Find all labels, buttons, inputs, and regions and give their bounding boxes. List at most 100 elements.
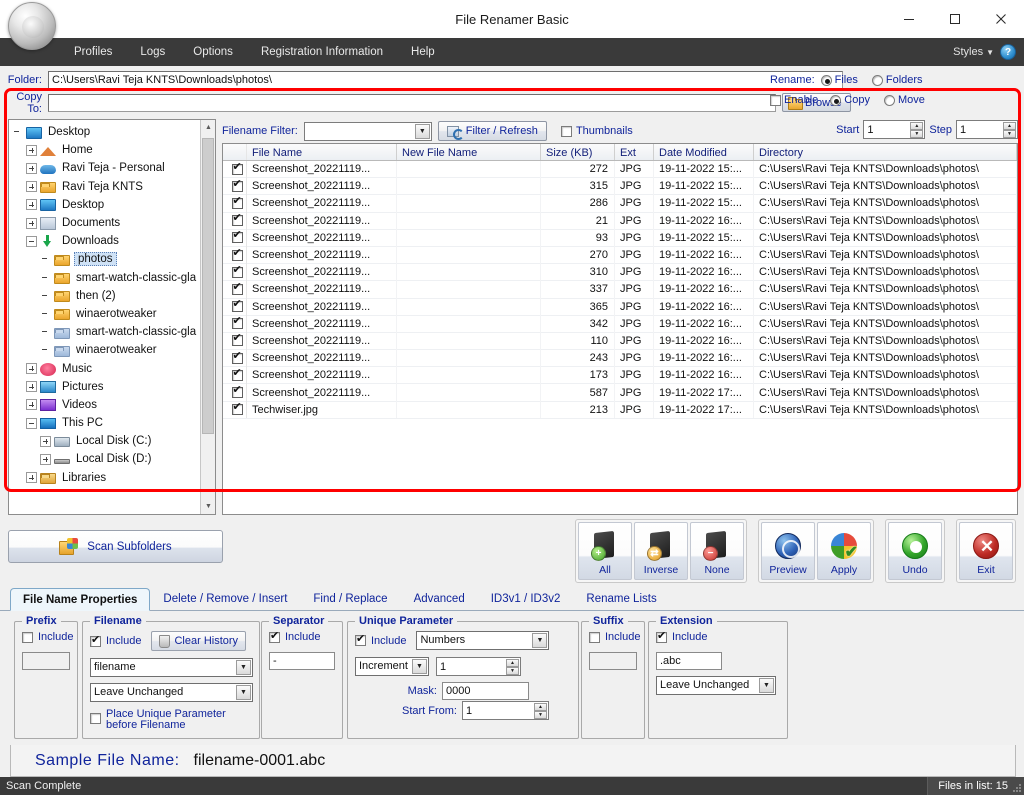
row-checkbox[interactable] xyxy=(223,263,247,281)
scan-subfolders-button[interactable]: Scan Subfolders xyxy=(8,530,223,563)
copy-to-input[interactable] xyxy=(48,93,776,112)
checkbox-suffix-include[interactable]: Include xyxy=(589,631,640,643)
chevron-down-icon[interactable]: ▼ xyxy=(236,660,251,675)
tab-advanced[interactable]: Advanced xyxy=(401,587,478,610)
tree-expander-plus-icon[interactable] xyxy=(26,381,37,393)
prefix-input[interactable] xyxy=(22,652,70,670)
tree-item-pictures[interactable]: Pictures xyxy=(12,378,215,396)
filename-source-select[interactable]: filename ▼ xyxy=(90,658,253,677)
menu-item-options[interactable]: Options xyxy=(179,38,247,66)
tree-expander-plus-icon[interactable] xyxy=(40,435,51,447)
table-row[interactable]: Screenshot_20221119... 587JPG19-11-2022 1… xyxy=(223,383,1017,402)
table-row[interactable]: Screenshot_20221119... 337JPG19-11-2022 1… xyxy=(223,280,1017,299)
tree-expander-minus-icon[interactable] xyxy=(26,417,37,429)
tree-item-ravi-teja-knts[interactable]: Ravi Teja KNTS xyxy=(12,178,215,196)
tree-expander-plus-icon[interactable] xyxy=(26,399,37,411)
apply-button[interactable]: Apply xyxy=(817,522,871,580)
checkbox-thumbnails[interactable]: Thumbnails xyxy=(560,125,633,137)
row-checkbox[interactable] xyxy=(223,366,247,384)
menu-item-help[interactable]: Help xyxy=(397,38,449,66)
row-checkbox[interactable] xyxy=(223,349,247,367)
chevron-down-icon[interactable]: ▼ xyxy=(986,48,994,57)
table-row[interactable]: Screenshot_20221119... 93JPG19-11-2022 15… xyxy=(223,229,1017,247)
column-header-date-modified[interactable]: Date Modified xyxy=(654,144,754,160)
tree-item-videos[interactable]: Videos xyxy=(12,396,215,414)
checkbox-extension-include[interactable]: Include xyxy=(656,630,780,643)
filename-case-select[interactable]: Leave Unchanged ▼ xyxy=(90,683,253,702)
column-header-check[interactable] xyxy=(223,144,247,160)
folder-input[interactable]: C:\Users\Ravi Teja KNTS\Downloads\photos… xyxy=(48,70,843,89)
row-checkbox[interactable] xyxy=(223,194,247,213)
table-row[interactable]: Screenshot_20221119... 310JPG19-11-2022 1… xyxy=(223,263,1017,282)
select-inverse-button[interactable]: ⇄ Inverse xyxy=(634,522,688,580)
clear-history-button[interactable]: Clear History xyxy=(151,631,247,651)
start-from-arrows[interactable]: ▲ ▼ xyxy=(534,703,547,719)
tab-file-name-properties[interactable]: File Name Properties xyxy=(10,588,151,611)
tree-item-desktop[interactable]: Desktop xyxy=(12,196,215,214)
tab-find-replace[interactable]: Find / Replace xyxy=(300,587,400,610)
chevron-down-icon[interactable]: ▼ xyxy=(414,123,430,139)
tab-rename-lists[interactable]: Rename Lists xyxy=(573,587,669,610)
checkbox-filename-include[interactable]: Include xyxy=(90,634,141,647)
radio-files[interactable]: Files xyxy=(820,74,858,86)
step-spinner-arrows[interactable]: ▲ ▼ xyxy=(1003,122,1016,138)
tree-item-desktop[interactable]: Desktop xyxy=(12,123,215,141)
tree-expander-plus-icon[interactable] xyxy=(26,472,37,484)
table-row[interactable]: Screenshot_20221119... 342JPG19-11-2022 1… xyxy=(223,315,1017,333)
tree-scroll-thumb[interactable] xyxy=(202,138,214,434)
chevron-down-icon[interactable]: ▼ xyxy=(412,659,427,674)
start-spinner[interactable]: 1 ▲ ▼ xyxy=(863,120,926,139)
column-header-new-file-name[interactable]: New File Name xyxy=(397,144,541,160)
row-checkbox[interactable] xyxy=(223,315,247,333)
row-checkbox[interactable] xyxy=(223,246,247,264)
tree-scroll-up-icon[interactable]: ▲ xyxy=(201,120,215,135)
filter-refresh-button[interactable]: Filter / Refresh xyxy=(437,121,547,141)
column-header-size[interactable]: Size (KB) xyxy=(541,144,615,160)
row-checkbox[interactable] xyxy=(223,280,247,298)
menu-item-profiles[interactable]: Profiles xyxy=(60,38,126,66)
tree-item-winaerotweaker[interactable]: winaerotweaker xyxy=(12,341,215,359)
row-checkbox[interactable] xyxy=(223,229,247,247)
tree-item-smart-watch-classic-gla[interactable]: smart-watch-classic-gla xyxy=(12,323,215,341)
column-header-ext[interactable]: Ext xyxy=(615,144,654,160)
menu-item-registration-information[interactable]: Registration Information xyxy=(247,38,397,66)
tree-item-local-disk-d[interactable]: Local Disk (D:) xyxy=(12,450,215,468)
tab-id3v1-id3v2[interactable]: ID3v1 / ID3v2 xyxy=(478,587,574,610)
tree-expander-plus-icon[interactable] xyxy=(26,217,37,229)
file-list-grid[interactable]: File Name New File Name Size (KB) Ext Da… xyxy=(222,143,1018,515)
table-row[interactable]: Screenshot_20221119... 365JPG19-11-2022 1… xyxy=(223,298,1017,316)
row-checkbox[interactable] xyxy=(223,383,247,402)
table-row[interactable]: Screenshot_20221119... 315JPG19-11-2022 1… xyxy=(223,177,1017,196)
chevron-down-icon[interactable]: ▼ xyxy=(532,633,548,648)
folder-tree-panel[interactable]: Desktop Home Ravi Teja - Personal Ravi Teja… xyxy=(8,119,216,515)
tree-expander-minus-icon[interactable] xyxy=(26,235,37,247)
checkbox-place-unique[interactable]: Place Unique Parameter before Filename xyxy=(90,709,252,731)
exit-button[interactable]: Exit xyxy=(959,522,1013,580)
tree-item-local-disk-c[interactable]: Local Disk (C:) xyxy=(12,432,215,450)
menu-item-logs[interactable]: Logs xyxy=(126,38,179,66)
row-checkbox[interactable] xyxy=(223,332,247,350)
row-checkbox[interactable] xyxy=(223,298,247,316)
select-all-button[interactable]: + All xyxy=(578,522,632,580)
tree-item-smart-watch-classic-gla[interactable]: smart-watch-classic-gla xyxy=(12,269,215,287)
undo-button[interactable]: Undo xyxy=(888,522,942,580)
checkbox-separator-include[interactable]: Include xyxy=(269,630,335,643)
tree-item-documents[interactable]: Documents xyxy=(12,214,215,232)
tree-item-music[interactable]: Music xyxy=(12,359,215,377)
radio-move[interactable]: Move xyxy=(883,94,925,106)
close-button[interactable] xyxy=(978,0,1024,38)
tree-expander-plus-icon[interactable] xyxy=(26,363,37,375)
tree-item-downloads[interactable]: Downloads xyxy=(12,232,215,250)
table-row[interactable]: Techwiser.jpg 213JPG19-11-2022 17:...C:\U… xyxy=(223,401,1017,419)
row-checkbox[interactable] xyxy=(223,401,247,419)
unique-type-select[interactable]: Numbers ▼ xyxy=(416,631,550,650)
unique-mode-select[interactable]: Increment ▼ xyxy=(355,657,429,676)
column-header-file-name[interactable]: File Name xyxy=(247,144,397,160)
row-checkbox[interactable] xyxy=(223,160,247,178)
chevron-down-icon[interactable]: ▼ xyxy=(236,685,251,700)
tree-expander-plus-icon[interactable] xyxy=(26,199,37,211)
tree-expander-plus-icon[interactable] xyxy=(26,181,37,193)
suffix-input[interactable] xyxy=(589,652,637,670)
table-row[interactable]: Screenshot_20221119... 272JPG19-11-2022 1… xyxy=(223,160,1017,179)
mask-input[interactable]: 0000 xyxy=(442,682,529,700)
